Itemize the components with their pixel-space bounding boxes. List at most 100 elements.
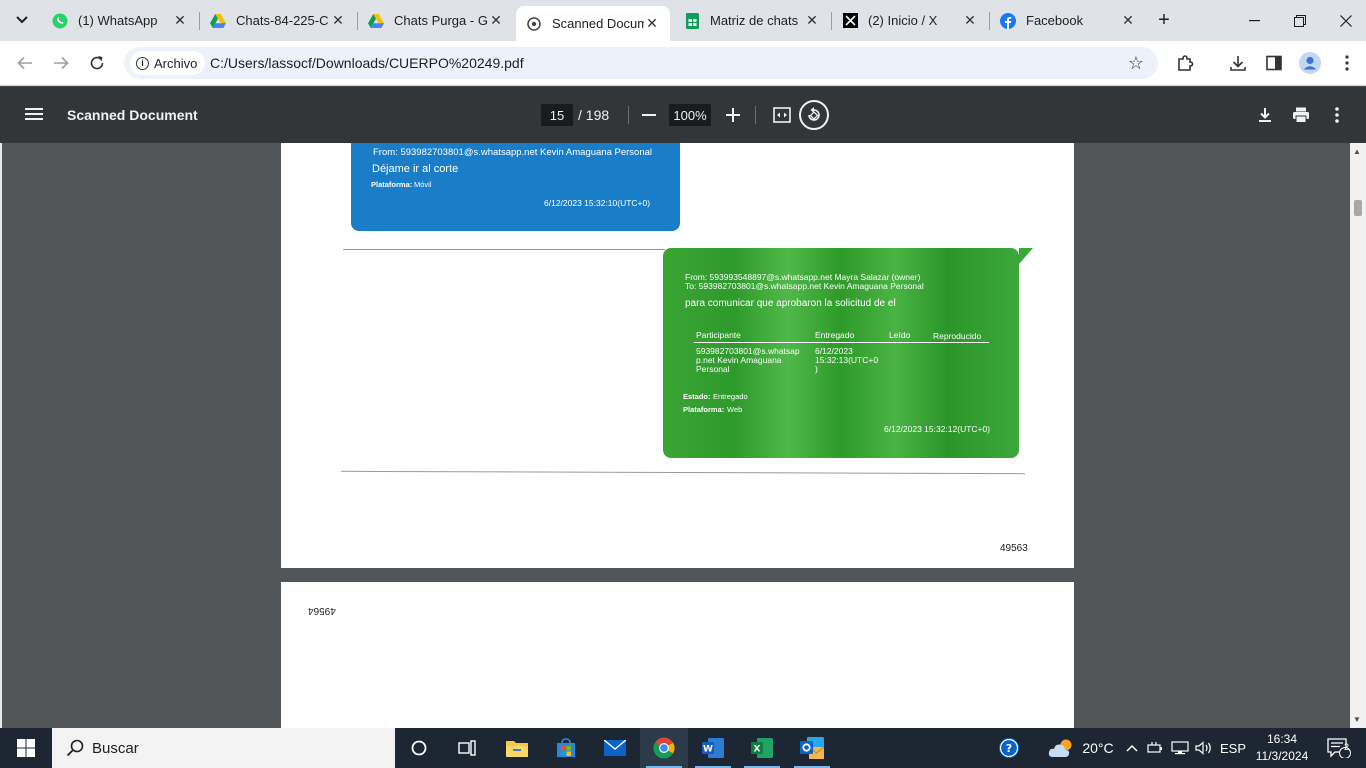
task-view-button[interactable] bbox=[443, 728, 491, 768]
x-icon bbox=[842, 13, 858, 29]
new-tab-button[interactable]: + bbox=[1152, 8, 1176, 32]
system-clock[interactable]: 16:34 11/3/2024 bbox=[1252, 731, 1312, 765]
message-to: To: 593982703801@s.whatsapp.net Kevin Am… bbox=[685, 281, 924, 291]
site-info-chip[interactable]: i Archivo bbox=[130, 51, 206, 75]
zoom-in-button[interactable] bbox=[719, 101, 747, 129]
microsoft-store-app[interactable] bbox=[542, 728, 590, 768]
browser-toolbar: i Archivo C:/Users/lassocf/Downloads/CUE… bbox=[0, 41, 1366, 86]
address-bar[interactable]: i Archivo C:/Users/lassocf/Downloads/CUE… bbox=[124, 47, 1158, 79]
bookmark-star-icon[interactable]: ☆ bbox=[1128, 53, 1144, 74]
cortana-button[interactable] bbox=[395, 728, 443, 768]
close-icon[interactable]: ✕ bbox=[962, 12, 978, 29]
word-icon: W bbox=[702, 738, 724, 758]
message-bubble-outgoing: From: 593993548897@s.whatsapp.net Mayra … bbox=[663, 248, 1033, 458]
minus-icon bbox=[642, 114, 656, 116]
minimize-button[interactable] bbox=[1231, 0, 1277, 41]
battery-power-icon[interactable] bbox=[1146, 728, 1164, 768]
close-icon[interactable]: ✕ bbox=[644, 15, 660, 32]
close-icon[interactable]: ✕ bbox=[330, 12, 346, 29]
forward-button[interactable] bbox=[47, 49, 75, 77]
outlook-app[interactable] bbox=[788, 728, 836, 768]
arrow-right-icon bbox=[54, 56, 69, 70]
zoom-out-button[interactable] bbox=[635, 101, 663, 129]
tab-x-inicio[interactable]: (2) Inicio / X ✕ bbox=[832, 0, 988, 41]
table-header-played: Reproducido bbox=[933, 331, 982, 341]
tab-strip: (1) WhatsApp ✕ Chats-84-225-C ✕ Chats Pu… bbox=[0, 0, 1366, 41]
chrome-app[interactable] bbox=[640, 728, 688, 768]
document-title: Scanned Document bbox=[67, 107, 198, 123]
pdf-viewer[interactable]: From: 593982703801@s.whatsapp.net Kevin … bbox=[0, 143, 1366, 728]
tab-whatsapp[interactable]: (1) WhatsApp ✕ bbox=[42, 0, 198, 41]
pdf-toolbar: Scanned Document 15 / 198 100% bbox=[0, 87, 1366, 143]
notification-center-button[interactable]: 2 bbox=[1322, 728, 1356, 768]
volume-icon[interactable] bbox=[1194, 728, 1214, 768]
back-button[interactable] bbox=[11, 49, 39, 77]
tab-chats-purga[interactable]: Chats Purga - G ✕ bbox=[358, 0, 514, 41]
kebab-menu-icon bbox=[1345, 55, 1349, 71]
platform-label: Plataforma: bbox=[371, 180, 413, 189]
browser-menu-button[interactable] bbox=[1335, 51, 1359, 75]
whatsapp-icon bbox=[52, 13, 68, 29]
vertical-scrollbar[interactable]: ▲ ▼ bbox=[1350, 143, 1366, 728]
chevron-up-icon bbox=[1126, 744, 1138, 752]
restore-icon bbox=[1294, 14, 1306, 27]
taskbar-search-box[interactable]: Buscar bbox=[52, 728, 395, 768]
pdf-print-button[interactable] bbox=[1287, 101, 1315, 129]
start-button[interactable] bbox=[0, 728, 52, 768]
tab-title: Facebook bbox=[1026, 13, 1084, 28]
pdf-download-button[interactable] bbox=[1251, 101, 1279, 129]
close-window-button[interactable] bbox=[1323, 0, 1366, 41]
tab-matriz-de-chats[interactable]: Matriz de chats ✕ bbox=[674, 0, 830, 41]
downloads-button[interactable] bbox=[1226, 51, 1250, 75]
search-icon bbox=[66, 739, 84, 757]
excel-app[interactable]: X bbox=[738, 728, 786, 768]
tab-chats-84[interactable]: Chats-84-225-C ✕ bbox=[200, 0, 356, 41]
platform-value: Móvil bbox=[414, 180, 432, 189]
url-text[interactable]: C:/Users/lassocf/Downloads/CUERPO%20249.… bbox=[210, 55, 524, 71]
input-language-indicator[interactable]: ESP bbox=[1218, 728, 1248, 768]
close-icon[interactable]: ✕ bbox=[1120, 12, 1136, 29]
hamburger-menu-icon[interactable] bbox=[24, 105, 44, 125]
drive-icon bbox=[210, 13, 226, 29]
viewer-left-edge bbox=[0, 143, 2, 728]
close-icon[interactable]: ✕ bbox=[172, 12, 188, 29]
tab-search-button[interactable] bbox=[9, 8, 35, 32]
fit-to-page-button[interactable] bbox=[768, 101, 796, 129]
tab-scanned-document[interactable]: Scanned Docum ✕ bbox=[516, 6, 670, 41]
network-icon[interactable] bbox=[1170, 728, 1190, 768]
weather-widget[interactable]: 20°C bbox=[1044, 728, 1118, 768]
tab-title: Scanned Docum bbox=[552, 16, 644, 31]
word-app[interactable]: W bbox=[689, 728, 737, 768]
zoom-level-input[interactable]: 100% bbox=[669, 104, 711, 126]
page-footer-number-inverted: 49564 bbox=[308, 605, 336, 616]
task-view-icon bbox=[458, 740, 476, 756]
notification-count-badge: 2 bbox=[1344, 742, 1350, 752]
status-value: Entregado bbox=[713, 392, 748, 401]
page-number-input[interactable]: 15 bbox=[541, 104, 573, 126]
help-icon[interactable]: ? bbox=[993, 728, 1025, 768]
scroll-down-arrow-icon[interactable]: ▼ bbox=[1353, 715, 1361, 724]
close-icon[interactable]: ✕ bbox=[488, 12, 504, 29]
profile-button[interactable] bbox=[1298, 51, 1322, 75]
clock-date: 11/3/2024 bbox=[1255, 749, 1309, 763]
tray-overflow-button[interactable] bbox=[1124, 728, 1140, 768]
minimize-icon bbox=[1248, 19, 1260, 21]
mail-app[interactable] bbox=[591, 728, 639, 768]
scroll-up-arrow-icon[interactable]: ▲ bbox=[1353, 147, 1361, 156]
side-panel-button[interactable] bbox=[1262, 51, 1286, 75]
site-info-label: Archivo bbox=[154, 55, 198, 71]
clock-time: 16:34 bbox=[1266, 732, 1298, 746]
cortana-circle-icon bbox=[411, 740, 427, 756]
close-icon[interactable]: ✕ bbox=[804, 12, 820, 29]
pdf-page-15: From: 593982703801@s.whatsapp.net Kevin … bbox=[281, 143, 1074, 568]
bubble-tail bbox=[1019, 248, 1033, 264]
extensions-button[interactable] bbox=[1173, 51, 1197, 75]
rotate-button[interactable] bbox=[799, 100, 829, 130]
svg-text:W: W bbox=[703, 745, 713, 755]
pdf-more-button[interactable] bbox=[1323, 101, 1351, 129]
scrollbar-thumb[interactable] bbox=[1354, 200, 1362, 216]
tab-facebook[interactable]: Facebook ✕ bbox=[990, 0, 1146, 41]
restore-button[interactable] bbox=[1277, 0, 1323, 41]
file-explorer-app[interactable] bbox=[493, 728, 541, 768]
reload-button[interactable] bbox=[83, 49, 111, 77]
